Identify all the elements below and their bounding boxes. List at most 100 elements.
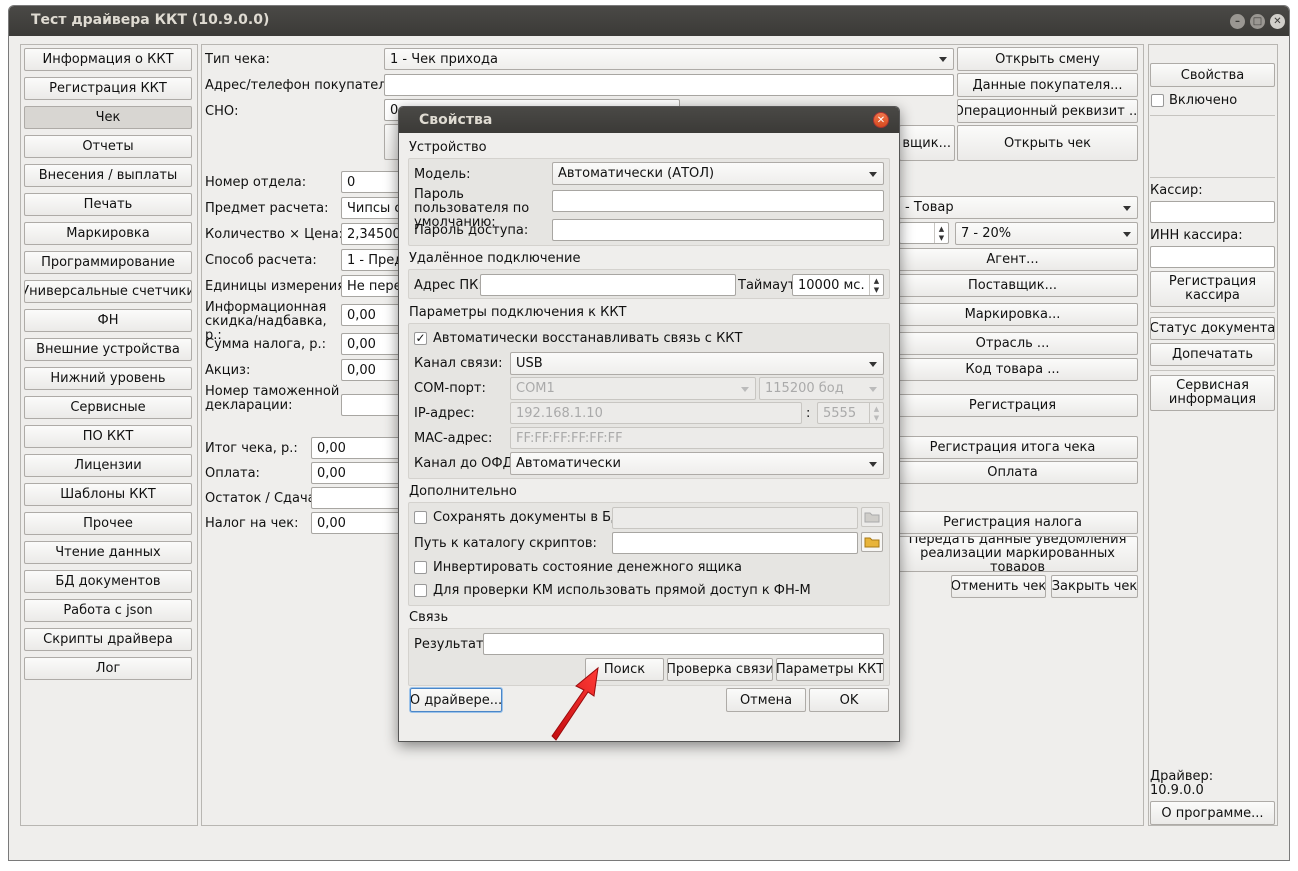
- qty-input[interactable]: 2,34500: [341, 223, 401, 245]
- model-select[interactable]: Автоматически (АТОЛ): [552, 162, 884, 185]
- units-input[interactable]: Не перед: [341, 275, 401, 297]
- nav-item[interactable]: Печать: [24, 193, 192, 216]
- nav-item[interactable]: Скрипты драйвера: [24, 628, 192, 651]
- nav-item[interactable]: Нижний уровень: [24, 367, 192, 390]
- subject-input[interactable]: Чипсы с: [341, 197, 401, 219]
- cashier-input[interactable]: [1150, 201, 1275, 223]
- nav-item[interactable]: Маркировка: [24, 222, 192, 245]
- baud-select[interactable]: 115200 бод: [759, 377, 884, 400]
- auto-restore-label: Автоматически восстанавливать связь с КК…: [433, 331, 743, 346]
- pc-addr-input[interactable]: [480, 274, 736, 296]
- dialog-close-icon[interactable]: ✕: [873, 112, 889, 128]
- payment-button[interactable]: Оплата: [887, 461, 1138, 484]
- registration-button[interactable]: Регистрация: [887, 394, 1138, 417]
- ip-input[interactable]: 192.168.1.10: [510, 402, 802, 424]
- subject-type-select[interactable]: - Товар: [899, 196, 1138, 219]
- nav-item[interactable]: БД документов: [24, 570, 192, 593]
- check-link-button[interactable]: Проверка связи: [667, 658, 773, 681]
- channel-select[interactable]: USB: [510, 352, 884, 375]
- excise-input[interactable]: 0,00: [341, 359, 401, 381]
- enabled-checkbox[interactable]: [1151, 94, 1164, 107]
- method-input[interactable]: 1 - Пред: [341, 249, 401, 271]
- notify-button[interactable]: Передать данные уведомления реализации м…: [887, 536, 1138, 572]
- spin-arrows-icon[interactable]: ▲ ▼: [869, 275, 883, 295]
- access-pass-input[interactable]: [552, 219, 884, 241]
- doc-status-button[interactable]: Статус документа: [1150, 317, 1275, 340]
- customs-input[interactable]: [341, 394, 401, 416]
- marking-button[interactable]: Маркировка...: [887, 303, 1138, 326]
- supplier-button[interactable]: Поставщик...: [887, 274, 1138, 297]
- supplier-check-button[interactable]: вщик...: [899, 125, 955, 161]
- nav-item[interactable]: Шаблоны ККТ: [24, 483, 192, 506]
- db-path-input[interactable]: [612, 507, 858, 529]
- agent-button[interactable]: Агент...: [887, 248, 1138, 271]
- total-input[interactable]: 0,00: [311, 437, 401, 459]
- operational-requisite-button[interactable]: Операционный реквизит ...: [957, 99, 1138, 123]
- nav-item[interactable]: Сервисные: [24, 396, 192, 419]
- industry-button[interactable]: Отрасль ...: [887, 332, 1138, 355]
- payment-input[interactable]: 0,00: [311, 462, 401, 484]
- spin-arrows-icon[interactable]: ▲ ▼: [869, 403, 883, 423]
- buyer-data-button[interactable]: Данные покупателя...: [957, 73, 1138, 97]
- nav-item[interactable]: ФН: [24, 309, 192, 332]
- cancel-check-button[interactable]: Отменить чек: [951, 575, 1046, 598]
- service-info-button[interactable]: Сервисная информация: [1150, 375, 1275, 411]
- mac-input[interactable]: FF:FF:FF:FF:FF:FF: [510, 427, 884, 449]
- open-check-button[interactable]: Открыть чек: [957, 125, 1138, 161]
- minimize-icon[interactable]: –: [1230, 14, 1245, 29]
- close-check-button[interactable]: Закрыть чек: [1051, 575, 1138, 598]
- change-input[interactable]: [311, 487, 401, 509]
- nav-item[interactable]: Прочее: [24, 512, 192, 535]
- folder-icon[interactable]: [861, 507, 883, 527]
- discount-input[interactable]: 0,00: [341, 304, 401, 326]
- nav-item[interactable]: Внешние устройства: [24, 338, 192, 361]
- user-pass-input[interactable]: [552, 190, 884, 212]
- reg-tax-button[interactable]: Регистрация налога: [887, 511, 1138, 534]
- timeout-input[interactable]: 10000 мс. ▲ ▼: [792, 274, 884, 296]
- cancel-button[interactable]: Отмена: [726, 688, 806, 712]
- about-button[interactable]: О программе...: [1150, 801, 1275, 825]
- auto-restore-checkbox[interactable]: ✓: [414, 332, 427, 345]
- price-input[interactable]: ▲ ▼: [899, 222, 949, 244]
- product-code-button[interactable]: Код товара ...: [887, 358, 1138, 381]
- save-docs-checkbox[interactable]: [414, 511, 427, 524]
- ok-button[interactable]: OK: [809, 688, 889, 712]
- about-driver-button[interactable]: О драйвере...: [410, 688, 502, 712]
- port-input[interactable]: 5555 ▲ ▼: [817, 402, 884, 424]
- nav-item[interactable]: Работа с json: [24, 599, 192, 622]
- close-icon[interactable]: ✕: [1270, 14, 1285, 29]
- nav-item[interactable]: Чек: [24, 106, 192, 129]
- nav-item[interactable]: Чтение данных: [24, 541, 192, 564]
- nav-item[interactable]: Информация о ККТ: [24, 48, 192, 71]
- reprint-button[interactable]: Допечатать: [1150, 343, 1275, 366]
- nav-item[interactable]: Лог: [24, 657, 192, 680]
- inn-input[interactable]: [1150, 246, 1275, 268]
- nav-item[interactable]: Универсальные счетчики: [24, 280, 192, 303]
- nav-item[interactable]: Отчеты: [24, 135, 192, 158]
- spin-arrows-icon[interactable]: ▲ ▼: [934, 223, 948, 243]
- tax-sum-input[interactable]: 0,00: [341, 333, 401, 355]
- km-direct-checkbox[interactable]: [414, 584, 427, 597]
- vat-select[interactable]: 7 - 20%: [955, 222, 1138, 245]
- result-input[interactable]: [483, 633, 884, 655]
- open-shift-button[interactable]: Открыть смену: [957, 47, 1138, 71]
- nav-item[interactable]: Лицензии: [24, 454, 192, 477]
- nav-item[interactable]: ПО ККТ: [24, 425, 192, 448]
- nav-item[interactable]: Программирование: [24, 251, 192, 274]
- properties-button[interactable]: Свойства: [1150, 63, 1275, 87]
- com-select[interactable]: COM1: [510, 377, 756, 400]
- ofd-select[interactable]: Автоматически: [510, 452, 884, 475]
- tax-input[interactable]: 0,00: [311, 512, 401, 534]
- reg-total-button[interactable]: Регистрация итога чека: [887, 436, 1138, 459]
- nav-item[interactable]: Внесения / выплаты: [24, 164, 192, 187]
- check-type-select[interactable]: 1 - Чек прихода: [384, 48, 954, 70]
- kkt-params-button[interactable]: Параметры ККТ: [776, 658, 884, 681]
- invert-drawer-checkbox[interactable]: [414, 561, 427, 574]
- folder-icon[interactable]: [861, 532, 883, 552]
- buyer-input[interactable]: [384, 74, 954, 96]
- scripts-path-input[interactable]: [612, 532, 858, 554]
- dept-input[interactable]: 0: [341, 171, 401, 193]
- reg-cashier-button[interactable]: Регистрация кассира: [1150, 271, 1275, 307]
- nav-item[interactable]: Регистрация ККТ: [24, 77, 192, 100]
- maximize-icon[interactable]: □: [1250, 14, 1265, 29]
